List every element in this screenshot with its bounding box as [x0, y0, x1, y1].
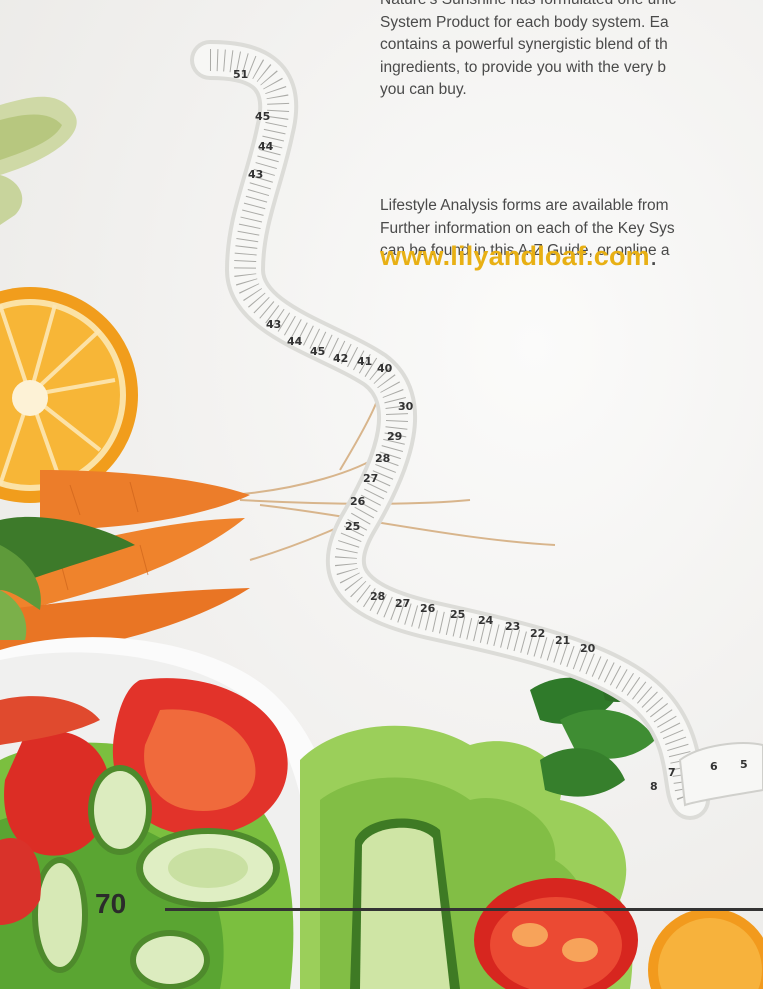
tape-number: 45 — [310, 345, 325, 358]
paragraph-line: System Product for each body system. Ea — [380, 13, 669, 31]
celery-illustration — [0, 96, 77, 225]
tape-number: 6 — [710, 760, 718, 773]
tape-number: 25 — [345, 520, 360, 533]
tape-number: 20 — [580, 642, 596, 655]
tape-number: 27 — [395, 597, 410, 610]
tape-number: 30 — [398, 400, 414, 413]
page-number: 70 — [95, 888, 127, 919]
tape-number: 25 — [450, 608, 465, 621]
tape-number: 42 — [333, 352, 348, 365]
footer-rule — [165, 908, 763, 911]
tape-number: 23 — [505, 620, 520, 633]
tape-number: 43 — [248, 168, 263, 181]
paragraph-line: Nature’s Sunshine has formulated one uni… — [380, 0, 676, 12]
measuring-tape-illustration: 51 45 44 43 43 44 45 40 41 42 30 29 28 2… — [190, 40, 763, 820]
tape-number: 28 — [370, 590, 385, 603]
paragraph-line: contains a powerful synergistic blend of… — [380, 36, 668, 53]
paragraph-line: you can buy. — [380, 81, 467, 98]
website-url[interactable]: www.lilyandloaf.com — [380, 241, 650, 271]
tape-number: 26 — [420, 602, 436, 615]
tape-number: 27 — [363, 472, 378, 485]
paragraph-line: Lifestyle Analysis forms are available f… — [380, 197, 669, 214]
website-period: . — [649, 241, 658, 271]
tape-number: 43 — [266, 318, 281, 331]
lettuce-illustration — [300, 674, 763, 989]
tape-number: 24 — [478, 614, 494, 627]
document-page: 51 45 44 43 43 44 45 40 41 42 30 29 28 2… — [0, 0, 763, 989]
paragraph-line: ingredients, to provide you with the ver… — [380, 58, 667, 76]
tape-number: 40 — [377, 362, 393, 375]
tape-number: 28 — [375, 452, 390, 465]
tape-number: 21 — [555, 634, 570, 647]
website-link[interactable]: www.lilyandloaf.com. — [380, 241, 658, 272]
tape-number: 8 — [650, 780, 658, 793]
paragraph-line: Further information on each of the Key S… — [380, 219, 675, 237]
tape-number: 5 — [740, 758, 748, 771]
tape-number: 51 — [233, 68, 248, 81]
food-photo: 51 45 44 43 43 44 45 40 41 42 30 29 28 2… — [0, 40, 763, 989]
salad-bowl-illustration — [0, 637, 348, 989]
tape-number: 45 — [255, 110, 270, 123]
tape-number: 7 — [668, 766, 676, 779]
tape-number: 41 — [357, 355, 372, 368]
tape-number: 26 — [350, 495, 366, 508]
tape-number: 44 — [258, 140, 274, 153]
tape-number: 29 — [387, 430, 402, 443]
tape-number: 22 — [530, 627, 545, 640]
body-paragraph-1: Nature’s Sunshine has formulated one uni… — [380, 0, 676, 102]
tape-number: 44 — [287, 335, 303, 348]
